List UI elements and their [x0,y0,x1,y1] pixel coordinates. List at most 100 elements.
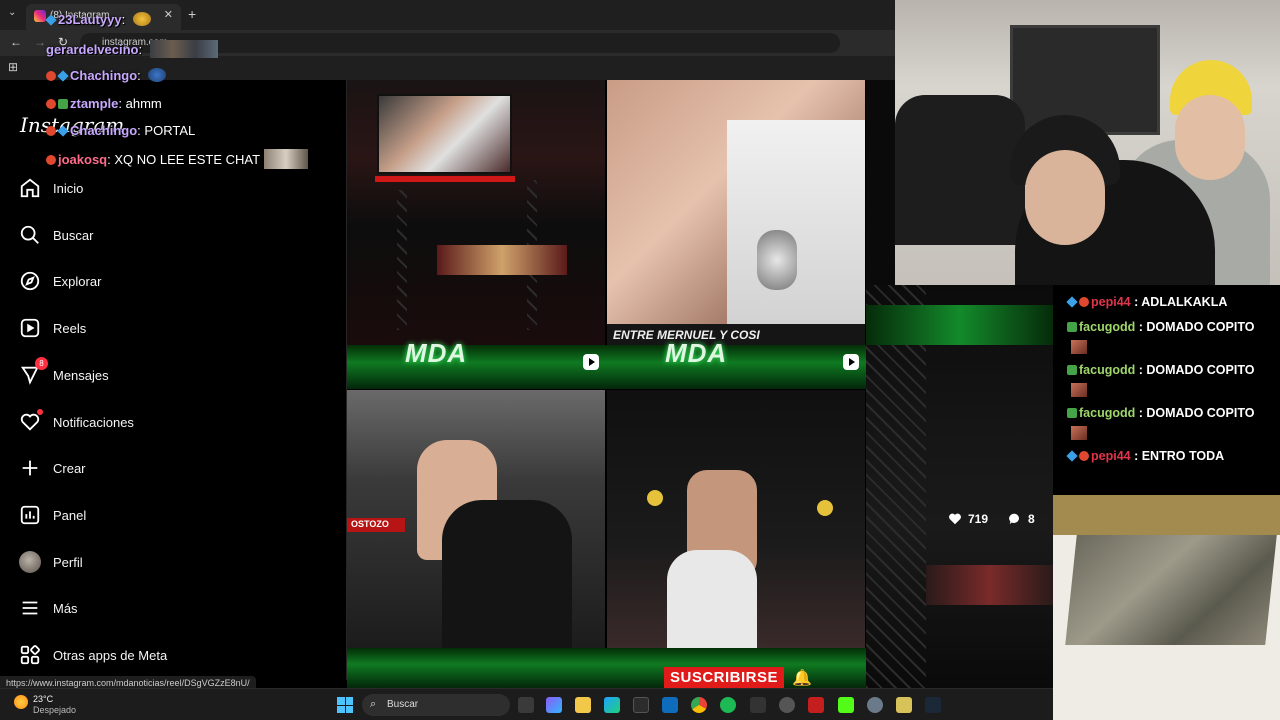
glove [817,500,833,516]
profile-avatar-wrap [18,550,42,574]
white-suit [667,550,757,648]
kick-icon[interactable] [838,697,854,713]
nav-label: Buscar [53,227,94,243]
chat-text: PORTAL [144,123,196,138]
comment-icon[interactable] [1008,512,1022,526]
chat-message: facugodd : DOMADO COPITO [1067,363,1254,377]
reel-tile[interactable]: ENTRE MERNUEL Y COSI [607,80,865,345]
nav-panel[interactable]: Panel [18,500,318,530]
bell-icon[interactable]: 🔔 [792,668,812,688]
chat-message: pepi44 : ENTRO TODA [1066,449,1225,463]
chat-user: joakosq [58,152,108,167]
reel-play-icon [843,354,859,370]
store-icon[interactable] [633,697,649,713]
chart-icon [18,503,42,527]
settings-icon[interactable] [867,697,883,713]
video-caption: ENTRE MERNUEL Y COSI [607,324,865,345]
truss [866,285,926,688]
likes-count: 719 [968,512,989,526]
windows-taskbar: 23°C Despejado ⌕ Buscar [0,688,1053,720]
nav-label: Explorar [53,273,102,289]
taskbar-search[interactable]: ⌕ Buscar [362,694,510,716]
spotify-icon[interactable] [720,697,736,713]
chat-user: gerardelvecino [46,42,139,57]
windows-start-icon[interactable] [337,697,353,713]
nav-mensajes[interactable]: 8 Mensajes [18,357,318,390]
nav-reels[interactable]: Reels [18,313,318,343]
arena-screen [377,94,512,174]
chat-user: pepi44 [1091,295,1131,309]
chat-text: DOMADO COPITO [1146,363,1255,377]
nav-label: Más [53,600,78,616]
chat-badge-icon [46,155,56,165]
streamer-2-face [1175,95,1245,180]
edge-icon[interactable] [604,697,620,713]
app-icon[interactable] [808,697,824,713]
chat-text: ADLALKAKLA [1141,295,1228,309]
reel-preview[interactable] [866,285,1053,688]
reel-tile[interactable]: OSTOZO [347,390,605,648]
nav-notificaciones[interactable]: Notificaciones [18,407,318,437]
reel-play-icon [583,354,599,370]
avatar [19,551,41,573]
nav-label: Reels [53,320,87,336]
chat-badge-icon [46,126,56,136]
chrome-icon[interactable] [691,697,707,713]
chat-message: pepi44 : ADLALKAKLA [1066,295,1228,309]
profile-feed-grid: ENTRE MERNUEL Y COSI MDA MDA OSTOZO [347,80,895,688]
taskbar-search-label: Buscar [387,699,419,710]
streamer-1-face [1025,150,1105,245]
outlook-icon[interactable] [662,697,678,713]
copilot-icon[interactable] [546,697,562,713]
chat-badge-icon [1079,297,1089,307]
chat-badge-icon [1067,322,1077,332]
app-icon[interactable] [779,697,795,713]
chat-message: ztample: ahmm [46,96,162,111]
chat-user: facugodd [1079,406,1136,420]
comments-count: 8 [1028,512,1035,526]
nav-label: Crear [53,460,86,476]
nav-label: Notificaciones [53,414,134,430]
menu-icon [18,596,42,620]
nav-explorar[interactable]: Explorar [18,266,318,296]
chat-badge-icon [57,70,69,82]
chat-message: facugodd : DOMADO COPITO [1067,320,1254,334]
app-icon[interactable] [750,697,766,713]
chat-text: ENTRO TODA [1141,449,1225,463]
microphone-icon [757,230,797,290]
home-icon [18,176,42,200]
chat-badge-icon [1067,365,1077,375]
reel-tile[interactable] [607,390,865,648]
chat-text: XQ NO LEE ESTE CHAT [114,152,261,167]
subscribe-button[interactable]: SUSCRIBIRSE [664,667,785,688]
nav-otras-apps[interactable]: Otras apps de Meta [18,640,318,670]
steam-icon[interactable] [925,697,941,713]
reel-tile[interactable] [347,80,605,345]
mda-logo: MDA [405,338,468,368]
reel-stats: 719 8 [948,512,1035,526]
chat-badge-icon [1066,296,1078,308]
file-explorer-icon[interactable] [575,697,591,713]
weather-sun-icon[interactable] [14,695,28,709]
chat-text: DOMADO COPITO [1146,320,1255,334]
chat-user: Chachingo [70,123,138,138]
nav-mas[interactable]: Más [18,593,318,623]
chat-user: pepi44 [1091,449,1131,463]
chat-message: Chachingo: [46,68,167,83]
nav-crear[interactable]: Crear [18,453,318,483]
nav-perfil[interactable]: Perfil [18,547,318,577]
messenger-icon: 8 [18,357,48,387]
like-heart-icon[interactable] [948,512,962,526]
task-view-icon[interactable] [518,697,534,713]
emote-icon [148,68,167,82]
chat-text: DOMADO COPITO [1146,406,1255,420]
nav-buscar[interactable]: Buscar [18,220,318,250]
chat-message: joakosq: XQ NO LEE ESTE CHAT [46,149,309,169]
chat-badge-icon [57,125,69,137]
app-icon[interactable] [896,697,912,713]
reels-icon [18,316,42,340]
gaming-chair [895,95,1025,245]
search-icon [18,223,42,247]
chat-badge-icon [46,71,56,81]
chat-user: ztample [70,96,119,111]
